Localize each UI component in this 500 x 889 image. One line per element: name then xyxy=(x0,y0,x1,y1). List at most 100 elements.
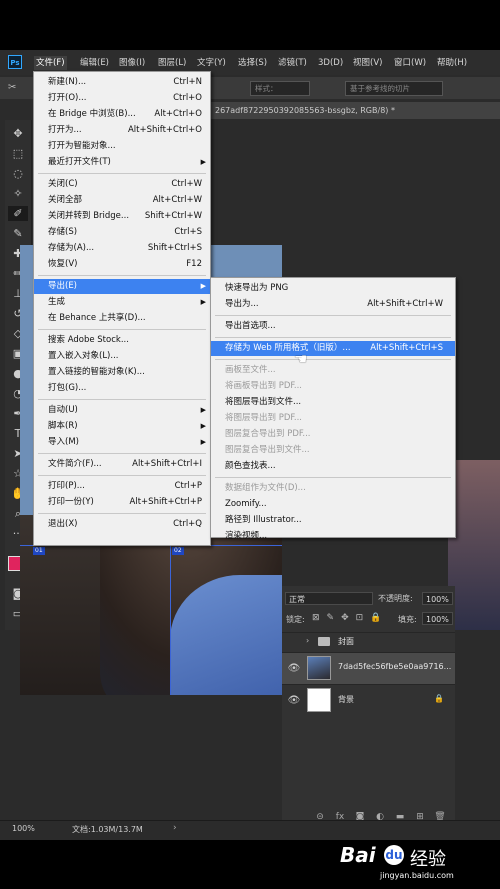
export-menu-item[interactable]: 渲染视频... xyxy=(211,529,455,544)
layer-group-row[interactable]: › 封面 xyxy=(282,632,455,651)
file-menu-item[interactable]: 搜索 Adobe Stock... xyxy=(34,333,210,348)
menu-type[interactable]: 文字(Y) xyxy=(195,56,228,70)
file-menu-item[interactable]: 最近打开文件(T) ▶ xyxy=(34,155,210,170)
export-menu-item[interactable]: 导出为... Alt+Shift+Ctrl+W xyxy=(211,297,455,312)
export-menu-item[interactable]: 将图层导出到 PDF... xyxy=(211,411,455,426)
opacity-field[interactable]: 100% xyxy=(422,592,453,605)
submenu-arrow-icon: ▶ xyxy=(200,438,206,446)
export-menu-item[interactable]: 画板至文件... xyxy=(211,363,455,378)
file-menu-item[interactable]: 脚本(R) ▶ xyxy=(34,419,210,434)
menu-help[interactable]: 帮助(H) xyxy=(435,56,469,70)
file-menu-item-shortcut: Alt+Ctrl+O xyxy=(154,109,202,119)
move-tool-icon[interactable]: ✥ xyxy=(8,126,28,141)
file-menu-item[interactable]: 关闭并转到 Bridge... Shift+Ctrl+W xyxy=(34,209,210,224)
slice-tool-icon[interactable]: ✐ xyxy=(8,206,28,221)
visibility-eye-icon[interactable]: 👁 xyxy=(287,694,301,708)
file-menu-item[interactable]: 置入链接的智能对象(K)... xyxy=(34,365,210,380)
menu-window[interactable]: 窗口(W) xyxy=(392,56,428,70)
file-menu-item[interactable]: 生成 ▶ xyxy=(34,295,210,310)
guide-slices-button[interactable]: 基于参考线的切片 xyxy=(345,81,443,96)
slice-tag: 02 xyxy=(172,547,184,555)
export-menu-item[interactable]: 路径到 Illustrator... xyxy=(211,513,455,528)
layer-row[interactable]: 👁 背景 🔒 xyxy=(282,684,455,717)
status-bar: 100% 文档:1.03M/13.7M › xyxy=(0,820,500,839)
file-menu-item[interactable]: 打开为智能对象... xyxy=(34,139,210,154)
file-menu: 新建(N)... Ctrl+N 打开(O)... Ctrl+O 在 Bridge 中浏览… xyxy=(33,71,211,546)
file-menu-item[interactable]: 在 Behance 上共享(D)... xyxy=(34,311,210,326)
file-menu-item[interactable]: 文件简介(F)... Alt+Shift+Ctrl+I xyxy=(34,457,210,472)
export-menu-item-shortcut: Alt+Shift+Ctrl+S xyxy=(370,343,443,353)
file-menu-item[interactable]: 打开(O)... Ctrl+O xyxy=(34,91,210,106)
file-menu-item[interactable]: 自动(U) ▶ xyxy=(34,403,210,418)
magic-wand-tool-icon[interactable]: ✧ xyxy=(8,186,28,201)
expand-icon[interactable]: › xyxy=(306,636,309,645)
menu-3d[interactable]: 3D(D) xyxy=(316,56,345,70)
export-menu-item[interactable]: 导出首选项... xyxy=(211,319,455,334)
export-menu-item[interactable]: 图层复合导出到文件... xyxy=(211,443,455,458)
file-menu-item-label: 脚本(R) xyxy=(48,421,78,431)
menu-edit[interactable]: 编辑(E) xyxy=(78,56,111,70)
menu-layer[interactable]: 图层(L) xyxy=(156,56,188,70)
file-menu-item-label: 退出(X) xyxy=(48,519,78,529)
file-menu-item[interactable]: 置入嵌入对象(L)... xyxy=(34,349,210,364)
export-menu-item[interactable]: 快速导出为 PNG xyxy=(211,281,455,296)
menu-separator xyxy=(215,359,451,360)
export-menu-item-label: 将图层导出到文件... xyxy=(225,397,302,407)
export-menu-item-label: 将图层导出到 PDF... xyxy=(225,413,303,423)
file-menu-item[interactable]: 恢复(V) F12 xyxy=(34,257,210,272)
menu-filter[interactable]: 滤镜(T) xyxy=(276,56,309,70)
file-menu-item-label: 存储为(A)... xyxy=(48,243,95,253)
export-submenu: 快速导出为 PNG 导出为... Alt+Shift+Ctrl+W 导出首选项... 存… xyxy=(210,277,456,541)
folder-icon xyxy=(318,637,330,646)
photoshop-window: Ps 文件(F) 编辑(E) 图像(I) 图层(L) 文字(Y) 选择(S) 滤… xyxy=(0,50,500,840)
file-menu-item[interactable]: 关闭全部 Alt+Ctrl+W xyxy=(34,193,210,208)
export-menu-item[interactable]: Zoomify... xyxy=(211,497,455,512)
export-menu-item[interactable]: 存储为 Web 所用格式（旧版）... Alt+Shift+Ctrl+S xyxy=(211,341,455,356)
menu-select[interactable]: 选择(S) xyxy=(236,56,269,70)
visibility-eye-icon[interactable]: 👁 xyxy=(287,662,301,676)
file-menu-item[interactable]: 导出(E) ▶ xyxy=(34,279,210,294)
fill-field[interactable]: 100% xyxy=(422,612,453,625)
lasso-tool-icon[interactable]: ◌ xyxy=(8,166,28,181)
menu-file[interactable]: 文件(F) xyxy=(34,56,67,70)
slice-tool-icon[interactable]: ✂ xyxy=(8,82,20,94)
file-menu-item[interactable]: 打开为... Alt+Shift+Ctrl+O xyxy=(34,123,210,138)
export-menu-item[interactable]: 图层复合导出到 PDF... xyxy=(211,427,455,442)
chevron-right-icon[interactable]: › xyxy=(173,823,177,833)
export-menu-item[interactable]: 将图层导出到文件... xyxy=(211,395,455,410)
zoom-level[interactable]: 100% xyxy=(12,824,35,833)
watermark-brand: Bai xyxy=(340,843,376,867)
file-menu-item[interactable]: 导入(M) ▶ xyxy=(34,435,210,450)
menu-separator xyxy=(215,315,451,316)
file-menu-item[interactable]: 打包(G)... xyxy=(34,381,210,396)
lock-icons[interactable]: ⊠✎✥⊡🔒 xyxy=(312,613,388,623)
marquee-tool-icon[interactable]: ⬚ xyxy=(8,146,28,161)
blend-mode-select[interactable]: 正常 xyxy=(285,592,373,605)
menu-view[interactable]: 视图(V) xyxy=(351,56,384,70)
file-menu-item[interactable]: 退出(X) Ctrl+Q xyxy=(34,517,210,532)
style-field[interactable]: 样式： xyxy=(250,81,310,96)
menu-image[interactable]: 图像(I) xyxy=(117,56,147,70)
eyedropper-tool-icon[interactable]: ✎ xyxy=(8,226,28,241)
file-menu-item[interactable]: 关闭(C) Ctrl+W xyxy=(34,177,210,192)
file-menu-item-label: 新建(N)... xyxy=(48,77,87,87)
export-menu-item-label: 画板至文件... xyxy=(225,365,276,375)
file-menu-item[interactable]: 打印(P)... Ctrl+P xyxy=(34,479,210,494)
file-menu-item[interactable]: 在 Bridge 中浏览(B)... Alt+Ctrl+O xyxy=(34,107,210,122)
file-menu-item-label: 生成 xyxy=(48,297,66,307)
export-menu-item-label: 渲染视频... xyxy=(225,531,268,541)
export-menu-item[interactable]: 数据组作为文件(D)... xyxy=(211,481,455,496)
file-menu-item[interactable]: 存储(S) Ctrl+S xyxy=(34,225,210,240)
file-menu-item-label: 打开(O)... xyxy=(48,93,87,103)
file-menu-item[interactable]: 存储为(A)... Shift+Ctrl+S xyxy=(34,241,210,256)
export-menu-item-label: 颜色查找表... xyxy=(225,461,276,471)
file-menu-item[interactable]: 打印一份(Y) Alt+Shift+Ctrl+P xyxy=(34,495,210,510)
watermark-brand-2: 经验 xyxy=(410,849,446,870)
file-menu-item[interactable]: 新建(N)... Ctrl+N xyxy=(34,75,210,90)
watermark-url: jingyan.baidu.com xyxy=(380,871,454,880)
export-menu-item[interactable]: 颜色查找表... xyxy=(211,459,455,474)
file-menu-item-label: 自动(U) xyxy=(48,405,78,415)
export-menu-item[interactable]: 将画板导出到 PDF... xyxy=(211,379,455,394)
document-tab[interactable]: 267adf8722950392085563-bssgbz, RGB/8) * xyxy=(200,102,500,119)
layer-row[interactable]: 👁 7dad5fec56fbe5e0aa9716... xyxy=(282,652,455,685)
